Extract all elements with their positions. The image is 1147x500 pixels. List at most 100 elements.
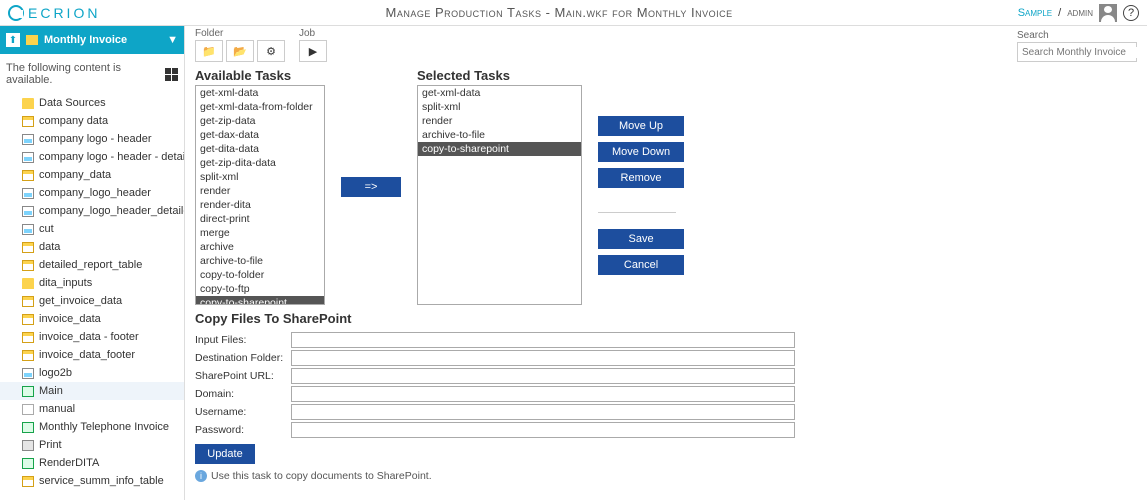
list-item[interactable]: get-dax-data (196, 128, 324, 142)
update-button[interactable]: Update (195, 444, 255, 464)
tree-item[interactable]: invoice_data - footer (0, 328, 184, 346)
available-tasks-list[interactable]: get-xml-dataget-xml-data-from-folderget-… (195, 85, 325, 305)
folder-settings-button[interactable]: ⚙ (257, 40, 285, 62)
list-item[interactable]: get-zip-dita-data (196, 156, 324, 170)
img-icon (22, 188, 34, 199)
folder-y-icon (22, 98, 34, 109)
search-input[interactable] (1022, 47, 1147, 58)
tree-item[interactable]: get_invoice_data (0, 292, 184, 310)
data-icon (22, 296, 34, 307)
list-item[interactable]: render-dita (196, 198, 324, 212)
tree-item-label: company_logo_header_detailed_report (39, 205, 184, 217)
tree-item[interactable]: manual (0, 400, 184, 418)
tree-item[interactable]: company data (0, 112, 184, 130)
list-item[interactable]: copy-to-sharepoint (196, 296, 324, 305)
list-item[interactable]: direct-print (196, 212, 324, 226)
tree-item[interactable]: company logo - header - detailed rep… (0, 148, 184, 166)
tree-item-label: company data (39, 115, 108, 127)
form-hint: Use this task to copy documents to Share… (211, 470, 432, 482)
list-item[interactable]: get-dita-data (196, 142, 324, 156)
tree-item[interactable]: Data Sources (0, 94, 184, 112)
tree-item[interactable]: company_logo_header (0, 184, 184, 202)
form-label: Password: (195, 424, 291, 436)
data-icon (22, 242, 34, 253)
list-item[interactable]: copy-to-sharepoint (418, 142, 581, 156)
form-label: Destination Folder: (195, 352, 291, 364)
form-label: Domain: (195, 388, 291, 400)
list-item[interactable]: merge (196, 226, 324, 240)
sidebar-header: ⬆ Monthly Invoice ▼ (0, 26, 184, 54)
tree-item-label: Data Sources (39, 97, 106, 109)
tree-item[interactable]: data (0, 238, 184, 256)
grid-view-icon[interactable] (165, 68, 178, 81)
sidebar-msg: The following content is available. (6, 62, 165, 86)
chevron-down-icon[interactable]: ▼ (167, 34, 178, 46)
folder-new-button[interactable]: 📂 (226, 40, 254, 62)
form-input[interactable] (291, 332, 795, 348)
tree-item[interactable]: service_summ_info_table (0, 472, 184, 490)
list-item[interactable]: get-xml-data (418, 86, 581, 100)
job-run-button[interactable]: ▶ (299, 40, 327, 62)
tree-item-label: dita_inputs (39, 277, 92, 289)
cancel-button[interactable]: Cancel (598, 255, 684, 275)
tree-item-label: invoice_data (39, 313, 101, 325)
tree-item[interactable]: invoice_data (0, 310, 184, 328)
tree-item[interactable]: invoice_data_footer (0, 346, 184, 364)
tree-item[interactable]: Main (0, 382, 184, 400)
tree-item-label: logo2b (39, 367, 72, 379)
tree-item-label: data (39, 241, 60, 253)
admin-label: admin (1067, 7, 1093, 19)
tree-item[interactable]: RenderDITA (0, 454, 184, 472)
tree-item[interactable]: cut (0, 220, 184, 238)
tree-item[interactable]: logo2b (0, 364, 184, 382)
tree-item[interactable]: company logo - header (0, 130, 184, 148)
list-item[interactable]: render (418, 114, 581, 128)
form-input[interactable] (291, 422, 795, 438)
list-item[interactable]: get-xml-data-from-folder (196, 100, 324, 114)
sample-link[interactable]: Sample (1018, 7, 1052, 19)
list-item[interactable]: archive-to-file (418, 128, 581, 142)
tree-item-label: detailed_report_table (39, 259, 142, 271)
avatar-icon[interactable] (1099, 4, 1117, 22)
form-input[interactable] (291, 386, 795, 402)
selected-tasks-list[interactable]: get-xml-datasplit-xmlrenderarchive-to-fi… (417, 85, 582, 305)
tree-item-label: manual (39, 403, 75, 415)
tree-item-label: Monthly Telephone Invoice (39, 421, 169, 433)
list-item[interactable]: copy-to-ftp (196, 282, 324, 296)
divider (598, 212, 676, 213)
list-item[interactable]: render (196, 184, 324, 198)
form-input[interactable] (291, 368, 795, 384)
move-down-button[interactable]: Move Down (598, 142, 684, 162)
list-item[interactable]: archive-to-file (196, 254, 324, 268)
list-item[interactable]: split-xml (418, 100, 581, 114)
list-item[interactable]: archive (196, 240, 324, 254)
tree-item[interactable]: Monthly Telephone Invoice (0, 418, 184, 436)
available-title: Available Tasks (195, 68, 325, 83)
tree-item-label: get_invoice_data (39, 295, 122, 307)
tree-item[interactable]: Print (0, 436, 184, 454)
info-icon: i (195, 470, 207, 482)
folder-y-icon (22, 278, 34, 289)
logo-text: ECRION (28, 5, 100, 21)
move-right-button[interactable]: => (341, 177, 401, 197)
img-icon (22, 368, 34, 379)
list-item[interactable]: split-xml (196, 170, 324, 184)
remove-button[interactable]: Remove (598, 168, 684, 188)
green-icon (22, 422, 34, 433)
help-icon[interactable]: ? (1123, 5, 1139, 21)
logo-icon (8, 5, 24, 21)
list-item[interactable]: get-xml-data (196, 86, 324, 100)
list-item[interactable]: copy-to-folder (196, 268, 324, 282)
form-input[interactable] (291, 404, 795, 420)
tree-item[interactable]: company_data (0, 166, 184, 184)
move-up-button[interactable]: Move Up (598, 116, 684, 136)
form-input[interactable] (291, 350, 795, 366)
tree-item[interactable]: dita_inputs (0, 274, 184, 292)
tree-item[interactable]: company_logo_header_detailed_report (0, 202, 184, 220)
tree-item[interactable]: detailed_report_table (0, 256, 184, 274)
folder-up-button[interactable]: 📁 (195, 40, 223, 62)
list-item[interactable]: get-zip-data (196, 114, 324, 128)
green-icon (22, 458, 34, 469)
up-icon[interactable]: ⬆ (6, 33, 20, 47)
save-button[interactable]: Save (598, 229, 684, 249)
